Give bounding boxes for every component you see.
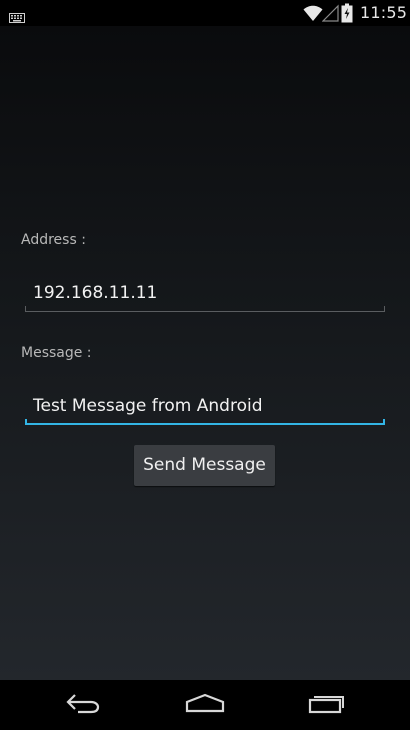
message-value: Test Message from Android xyxy=(33,396,263,416)
message-field-underline xyxy=(25,419,385,425)
home-icon xyxy=(185,692,225,718)
address-field[interactable]: 192.168.11.11 xyxy=(25,274,385,312)
address-label: Address : xyxy=(21,232,86,248)
address-value: 192.168.11.11 xyxy=(33,283,158,303)
send-message-button[interactable]: Send Message xyxy=(134,445,275,486)
address-field-underline xyxy=(25,306,385,312)
home-button[interactable] xyxy=(175,690,235,720)
recent-apps-button[interactable] xyxy=(297,690,357,720)
back-button[interactable] xyxy=(53,690,113,720)
wifi-icon xyxy=(303,4,323,26)
status-bar: 11:55 xyxy=(0,0,410,26)
navigation-bar xyxy=(0,680,410,730)
recent-apps-icon xyxy=(307,692,347,718)
app-content: Address : 192.168.11.11 Message : Test M… xyxy=(0,26,410,680)
back-icon xyxy=(63,692,103,718)
signal-icon xyxy=(321,4,339,26)
message-label: Message : xyxy=(21,345,92,361)
message-field[interactable]: Test Message from Android xyxy=(25,387,385,425)
keyboard-icon xyxy=(9,8,25,27)
battery-icon xyxy=(341,3,353,27)
status-clock: 11:55 xyxy=(360,3,408,22)
